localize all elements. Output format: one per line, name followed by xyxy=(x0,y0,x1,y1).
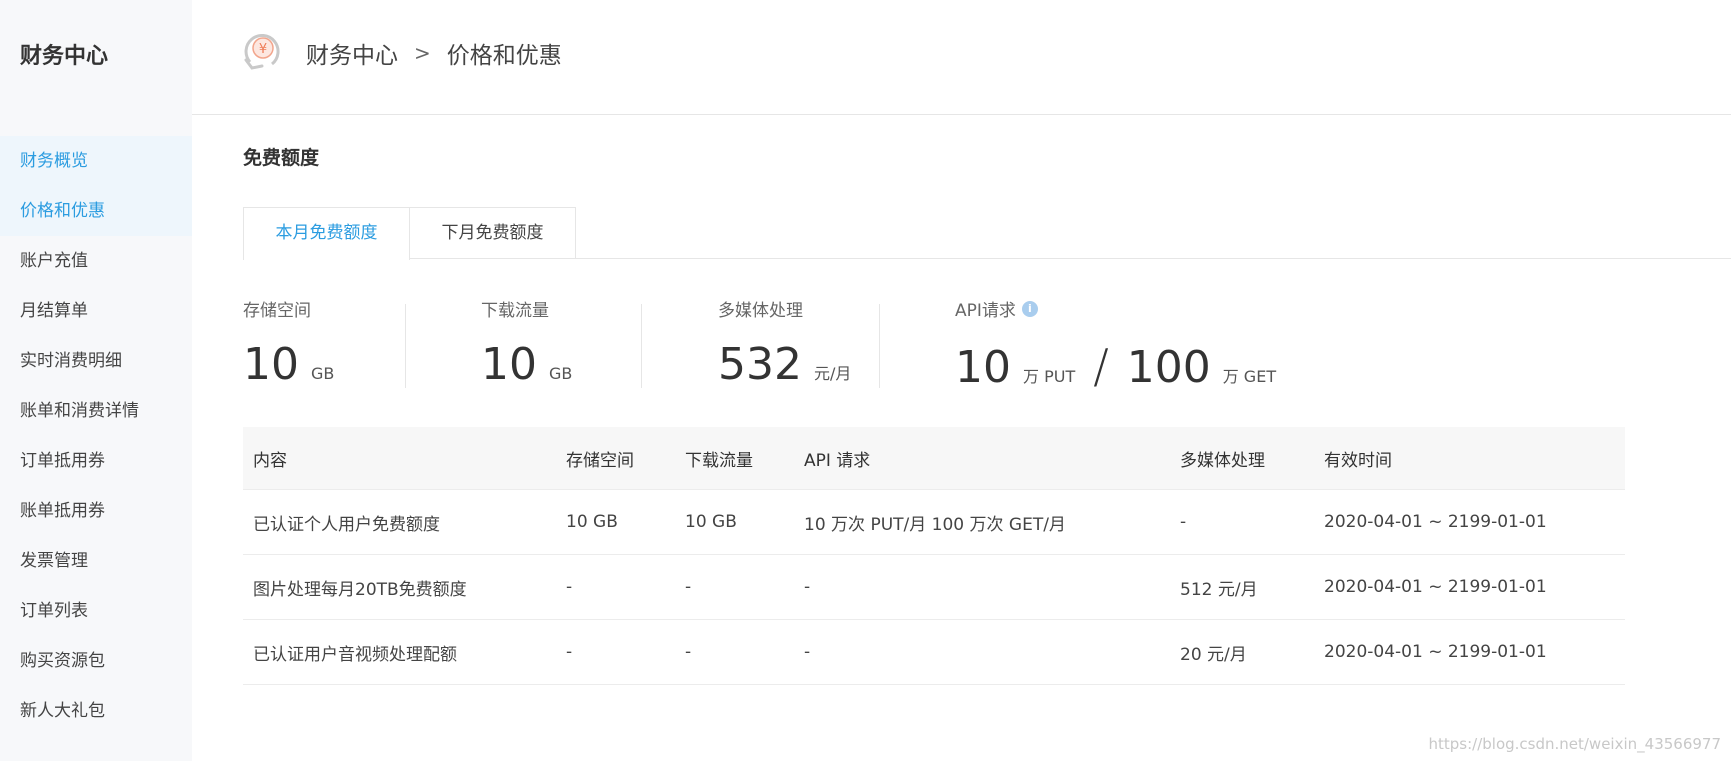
slash-separator: / xyxy=(1093,339,1109,393)
sidebar-title: 财务中心 xyxy=(20,44,109,69)
sidebar-item-recharge[interactable]: 账户充值 xyxy=(0,236,192,286)
table-cell: 2020-04-01 ~ 2199-01-01 xyxy=(1314,554,1625,620)
stat-api-label: API请求 xyxy=(955,301,1016,321)
column-header-api: API 请求 xyxy=(794,427,1170,490)
stat-media-label: 多媒体处理 xyxy=(718,301,803,321)
sidebar-item-bill-details[interactable]: 账单和消费详情 xyxy=(0,386,192,436)
stat-download: 下载流量 10 GB xyxy=(481,296,573,390)
stat-api-put-unit: 万 PUT xyxy=(1023,367,1076,386)
column-header-download: 下载流量 xyxy=(675,427,794,490)
sidebar-item-order-voucher[interactable]: 订单抵用券 xyxy=(0,436,192,486)
sidebar-item-pricing[interactable]: 价格和优惠 xyxy=(0,186,192,236)
table-header-row: 内容 存储空间 下载流量 API 请求 多媒体处理 有效时间 xyxy=(243,427,1625,490)
free-quota-table: 内容 存储空间 下载流量 API 请求 多媒体处理 有效时间 已认证个人用户免费… xyxy=(243,427,1625,685)
section-title: 免费额度 xyxy=(243,147,320,169)
sidebar-item-invoice[interactable]: 发票管理 xyxy=(0,536,192,586)
column-header-content: 内容 xyxy=(243,427,556,490)
stat-api-get-value: 100 xyxy=(1126,342,1211,393)
column-header-validity: 有效时间 xyxy=(1314,427,1625,490)
table-cell: - xyxy=(675,619,794,685)
table-cell: 已认证用户音视频处理配额 xyxy=(243,619,556,685)
table-cell: 10 GB xyxy=(675,489,794,555)
stat-api-put-value: 10 xyxy=(955,342,1011,393)
table-cell: - xyxy=(794,619,1170,685)
table-row: 图片处理每月20TB免费额度 - - - 512 元/月 2020-04-01 … xyxy=(243,554,1625,620)
table-row: 已认证用户音视频处理配额 - - - 20 元/月 2020-04-01 ~ 2… xyxy=(243,619,1625,685)
sidebar-item-buy-package[interactable]: 购买资源包 xyxy=(0,636,192,686)
watermark: https://blog.csdn.net/weixin_43566977 xyxy=(1428,735,1721,753)
table-cell: 10 万次 PUT/月 100 万次 GET/月 xyxy=(794,489,1170,555)
stat-api-get-unit: 万 GET xyxy=(1222,367,1277,386)
yuan-coin-icon: ¥ xyxy=(244,33,280,70)
column-header-media: 多媒体处理 xyxy=(1170,427,1314,490)
breadcrumb-item-finance-center[interactable]: 财务中心 xyxy=(306,36,398,70)
svg-text:¥: ¥ xyxy=(259,42,267,57)
table-cell: 2020-04-01 ~ 2199-01-01 xyxy=(1314,619,1625,685)
sidebar-item-finance-overview[interactable]: 财务概览 xyxy=(0,136,192,186)
sidebar-item-bill-voucher[interactable]: 账单抵用券 xyxy=(0,486,192,536)
stat-storage-value: 10 xyxy=(243,339,299,390)
page-header: ¥ 财务中心 > 价格和优惠 xyxy=(192,0,1731,115)
stat-storage-unit: GB xyxy=(311,364,335,383)
stat-download-unit: GB xyxy=(549,364,573,383)
sidebar-nav: 财务概览 价格和优惠 账户充值 月结算单 实时消费明细 账单和消费详情 订单抵用… xyxy=(0,136,192,736)
sidebar-item-order-list[interactable]: 订单列表 xyxy=(0,586,192,636)
table-cell: 512 元/月 xyxy=(1170,554,1314,620)
table-cell: 2020-04-01 ~ 2199-01-01 xyxy=(1314,489,1625,555)
stat-api: API请求 i 10 万 PUT / 100 万 GET xyxy=(955,296,1277,393)
tab-next-month[interactable]: 下月免费额度 xyxy=(409,207,576,258)
stat-download-value: 10 xyxy=(481,339,537,390)
table-cell: - xyxy=(556,619,675,685)
stat-storage: 存储空间 10 GB xyxy=(243,296,335,390)
table-cell: - xyxy=(1170,489,1314,555)
table-cell: 图片处理每月20TB免费额度 xyxy=(243,554,556,620)
sidebar: 财务中心 财务概览 价格和优惠 账户充值 月结算单 实时消费明细 账单和消费详情… xyxy=(0,0,192,761)
stat-media: 多媒体处理 532 元/月 xyxy=(718,296,852,390)
table-cell: 20 元/月 xyxy=(1170,619,1314,685)
table-cell: 10 GB xyxy=(556,489,675,555)
table-cell: 已认证个人用户免费额度 xyxy=(243,489,556,555)
info-icon[interactable]: i xyxy=(1021,300,1038,317)
stat-media-unit: 元/月 xyxy=(813,364,852,383)
sidebar-item-monthly-statement[interactable]: 月结算单 xyxy=(0,286,192,336)
table-cell: - xyxy=(794,554,1170,620)
sidebar-item-newcomer-gift[interactable]: 新人大礼包 xyxy=(0,686,192,736)
sidebar-item-realtime-consumption[interactable]: 实时消费明细 xyxy=(0,336,192,386)
table-cell: - xyxy=(556,554,675,620)
table-row: 已认证个人用户免费额度 10 GB 10 GB 10 万次 PUT/月 100 … xyxy=(243,489,1625,555)
chevron-right-icon: > xyxy=(414,41,431,65)
tab-bar: 本月免费额度 下月免费额度 xyxy=(243,207,1731,260)
stat-storage-label: 存储空间 xyxy=(243,301,311,321)
divider xyxy=(879,304,880,388)
table-cell: - xyxy=(675,554,794,620)
stat-download-label: 下载流量 xyxy=(481,301,549,321)
stat-media-value: 532 xyxy=(718,339,802,390)
column-header-storage: 存储空间 xyxy=(556,427,675,490)
tab-this-month[interactable]: 本月免费额度 xyxy=(243,207,410,260)
breadcrumb-item-pricing: 价格和优惠 xyxy=(446,43,562,69)
breadcrumb: 财务中心 > 价格和优惠 xyxy=(306,36,562,70)
divider xyxy=(405,304,406,388)
divider xyxy=(641,304,642,388)
